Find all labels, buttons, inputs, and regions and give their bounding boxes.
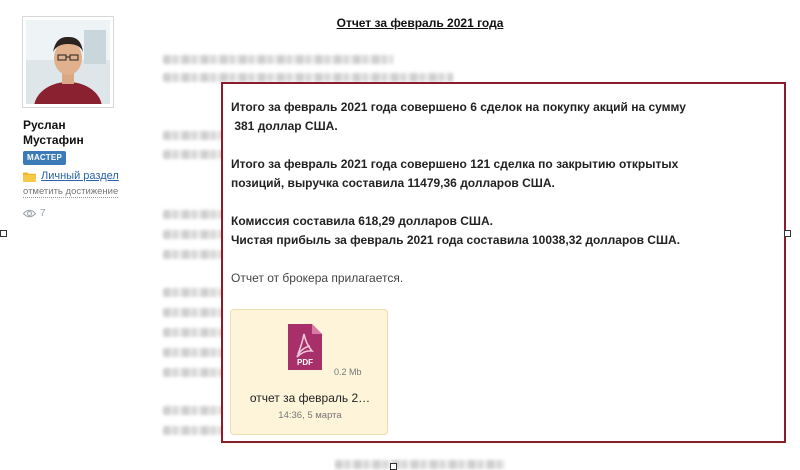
broker-report-note: Отчет от брокера прилагается.	[231, 271, 404, 285]
blurred-text-line	[163, 308, 225, 317]
summary-box: Итого за февраль 2021 года совершено 6 с…	[221, 82, 786, 443]
summary-line: Комиссия составила 618,29 долларов США.	[231, 214, 493, 228]
summary-line: 381 доллар США.	[231, 119, 338, 133]
summary-line: Итого за февраль 2021 года совершено 121…	[231, 157, 679, 171]
blurred-text-line	[163, 328, 225, 337]
blurred-text-line	[163, 368, 225, 377]
eye-icon	[23, 209, 36, 218]
user-avatar[interactable]	[22, 16, 114, 108]
blurred-text-line	[163, 73, 453, 82]
blurred-text-line	[335, 460, 505, 469]
resize-handle-right[interactable]	[784, 230, 791, 237]
summary-line: Итого за февраль 2021 года совершено 6 с…	[231, 100, 686, 114]
personal-section-label: Личный раздел	[41, 170, 119, 182]
summary-text: Итого за февраль 2021 года совершено 6 с…	[231, 98, 771, 288]
blurred-text-line	[163, 426, 225, 435]
role-badge: МАСТЕР	[23, 151, 67, 165]
file-size: 0.2 Mb	[334, 367, 362, 377]
pdf-attachment-card[interactable]: PDF 0.2 Mb отчет за февраль 2… 14:36, 5 …	[230, 309, 388, 435]
pdf-file-icon: PDF	[288, 324, 322, 370]
resize-handle-bottom[interactable]	[390, 463, 397, 470]
pdf-type-label: PDF	[297, 358, 313, 367]
user-first-name: Руслан	[23, 118, 66, 132]
blurred-text-line	[163, 348, 225, 357]
summary-line: позиций, выручка составила 11479,36 долл…	[231, 176, 555, 190]
file-name[interactable]: отчет за февраль 2…	[231, 391, 389, 405]
resize-handle-left[interactable]	[0, 230, 7, 237]
mark-achievement-link[interactable]: отметить достижение	[23, 186, 119, 198]
user-last-name: Мустафин	[23, 133, 84, 147]
summary-line: Чистая прибыль за февраль 2021 года сост…	[231, 233, 681, 247]
personal-section-link[interactable]: Личный раздел	[23, 170, 119, 183]
blurred-text-line	[163, 406, 225, 415]
file-date: 14:36, 5 марта	[278, 410, 342, 421]
blurred-text-line	[163, 288, 225, 297]
views-counter: 7	[23, 208, 46, 219]
user-name[interactable]: Руслан Мустафин	[23, 118, 133, 148]
folder-icon	[23, 172, 36, 182]
report-title: Отчет за февраль 2021 года	[336, 16, 504, 30]
blurred-text-line	[163, 55, 393, 64]
views-count: 7	[40, 208, 46, 219]
user-photo	[26, 20, 110, 104]
